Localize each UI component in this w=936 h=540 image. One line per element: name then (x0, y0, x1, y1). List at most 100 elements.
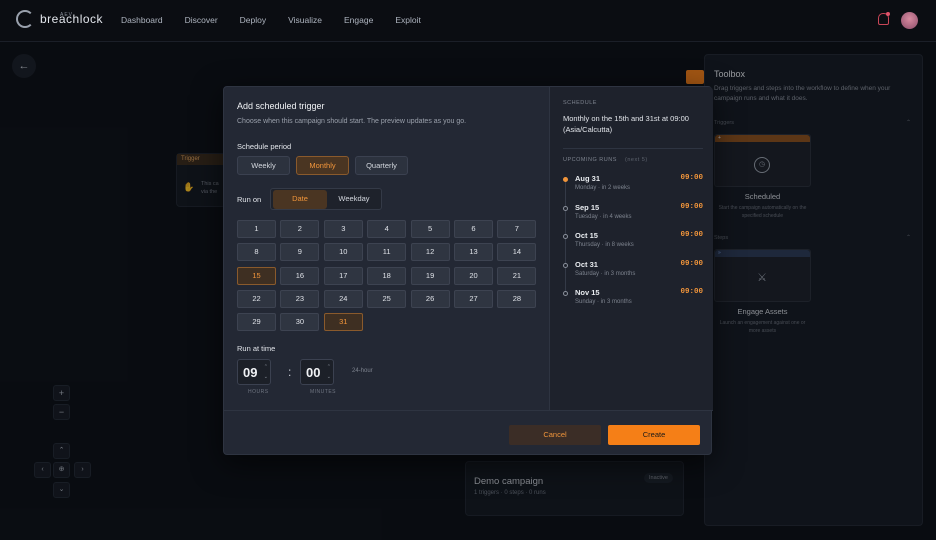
modal-title: Add scheduled trigger (237, 101, 325, 111)
day-30[interactable]: 30 (280, 313, 320, 332)
clock-format: 24-hour (352, 368, 373, 374)
day-3[interactable]: 3 (323, 220, 363, 238)
timeline-dot-icon (563, 291, 568, 296)
nav-deploy[interactable]: Deploy (240, 15, 266, 25)
run-item: Aug 31 Monday · in 2 weeks 09:00 (563, 174, 703, 198)
create-button[interactable]: Create (608, 425, 700, 445)
minutes-input[interactable]: 00 ⌃ ⌄ (300, 359, 334, 385)
day-10[interactable]: 10 (323, 243, 363, 262)
day-6[interactable]: 6 (454, 220, 493, 238)
hours-stepper-icon[interactable]: ⌃ ⌄ (264, 362, 268, 382)
timeline-dot-icon (563, 234, 568, 239)
nav-dashboard[interactable]: Dashboard (121, 15, 163, 25)
run-on-toggle: Date Weekday (270, 188, 382, 210)
hours-value: 09 (243, 365, 258, 380)
day-1[interactable]: 1 (237, 220, 276, 238)
run-relative: Tuesday · in 4 weeks (575, 213, 632, 220)
time-label: Run at time (237, 344, 276, 353)
nav-discover[interactable]: Discover (185, 15, 218, 25)
day-14[interactable]: 14 (497, 243, 537, 262)
day-21[interactable]: 21 (497, 266, 537, 285)
run-date: Aug 31 (575, 174, 601, 183)
run-date: Oct 31 (575, 259, 598, 269)
run-on-label: Run on (237, 195, 262, 204)
run-relative: Thursday · in 8 weeks (575, 242, 634, 248)
nav-links: Dashboard Discover Deploy Visualize Enga… (121, 15, 443, 25)
period-monthly[interactable]: Monthly (296, 156, 349, 175)
schedule-summary: Monthly on the 15th and 31st at 09:00 (A… (563, 114, 689, 134)
logo-icon (16, 10, 34, 28)
run-time: 09:00 (680, 174, 703, 182)
day-18[interactable]: 18 (367, 266, 407, 285)
timeline-dot-icon (563, 177, 568, 182)
divider (563, 148, 703, 149)
run-date: Oct 15 (575, 231, 598, 240)
run-time: 09:00 (680, 259, 703, 268)
run-date: Sep 15 (575, 202, 600, 212)
day-9[interactable]: 9 (280, 243, 320, 262)
run-item: Oct 15 Thursday · in 8 weeks 09:00 (563, 231, 703, 255)
run-on-date[interactable]: Date (273, 190, 327, 209)
notification-dot (886, 12, 890, 16)
run-time: 09:00 (680, 202, 703, 211)
scheduled-trigger-modal: Add scheduled trigger Choose when this c… (223, 86, 713, 456)
period-weekly[interactable]: Weekly (237, 156, 290, 175)
day-7[interactable]: 7 (497, 220, 537, 238)
day-12[interactable]: 12 (410, 243, 450, 262)
day-19[interactable]: 19 (410, 266, 450, 285)
run-time: 09:00 (680, 288, 703, 296)
minutes-caption: MINUTES (310, 389, 336, 395)
day-15[interactable]: 15 (237, 266, 276, 285)
day-2[interactable]: 2 (280, 220, 320, 238)
day-23[interactable]: 23 (280, 289, 320, 308)
avatar[interactable] (901, 12, 918, 29)
day-24[interactable]: 24 (323, 289, 363, 308)
timeline-dot-icon (563, 205, 568, 211)
top-nav: breachlock AEV Dashboard Discover Deploy… (0, 0, 936, 42)
cancel-button[interactable]: Cancel (509, 425, 601, 445)
schedule-caption: SCHEDULE (563, 100, 597, 106)
schedule-preview: SCHEDULE Monthly on the 15th and 31st at… (549, 87, 713, 410)
run-item: Nov 15 Sunday · in 3 months 09:00 (563, 288, 703, 312)
run-relative: Monday · in 2 weeks (575, 185, 631, 191)
day-20[interactable]: 20 (454, 266, 493, 285)
day-5[interactable]: 5 (410, 220, 450, 238)
run-relative: Sunday · in 3 months (575, 299, 632, 305)
nav-visualize[interactable]: Visualize (288, 15, 322, 25)
day-8[interactable]: 8 (237, 243, 276, 262)
day-16[interactable]: 16 (280, 266, 320, 285)
day-28[interactable]: 28 (497, 289, 537, 308)
modal-form: Add scheduled trigger Choose when this c… (224, 87, 549, 410)
modal-subtitle: Choose when this campaign should start. … (237, 118, 467, 125)
run-time: 09:00 (680, 231, 703, 239)
run-relative: Saturday · in 3 months (575, 270, 636, 277)
day-13[interactable]: 13 (454, 243, 493, 262)
minutes-value: 00 (306, 365, 321, 380)
day-4[interactable]: 4 (367, 220, 407, 238)
logo-subtitle: AEV (60, 12, 74, 18)
time-separator: : (288, 365, 292, 379)
period-quarterly[interactable]: Quarterly (355, 156, 408, 175)
day-27[interactable]: 27 (454, 289, 493, 308)
run-item: Oct 31 Saturday · in 3 months 09:00 (563, 260, 703, 284)
day-29[interactable]: 29 (237, 313, 276, 332)
hours-caption: HOURS (248, 389, 269, 395)
period-label: Schedule period (237, 142, 292, 151)
run-item: Sep 15 Tuesday · in 4 weeks 09:00 (563, 203, 703, 227)
day-17[interactable]: 17 (323, 266, 363, 285)
day-11[interactable]: 11 (367, 243, 407, 262)
nav-engage[interactable]: Engage (344, 15, 373, 25)
upcoming-caption: UPCOMING RUNS (563, 157, 617, 163)
day-26[interactable]: 26 (410, 289, 450, 308)
run-on-weekday[interactable]: Weekday (327, 190, 381, 209)
timeline-dot-icon (563, 262, 568, 268)
day-22[interactable]: 22 (237, 289, 276, 308)
modal-footer: Cancel Create (224, 410, 713, 456)
upcoming-count: (next 5) (625, 157, 648, 163)
run-date: Nov 15 (575, 288, 600, 297)
day-31[interactable]: 31 (323, 313, 363, 332)
minutes-stepper-icon[interactable]: ⌃ ⌄ (327, 362, 331, 382)
day-25[interactable]: 25 (367, 289, 407, 308)
nav-exploit[interactable]: Exploit (395, 15, 421, 25)
hours-input[interactable]: 09 ⌃ ⌄ (237, 359, 271, 385)
